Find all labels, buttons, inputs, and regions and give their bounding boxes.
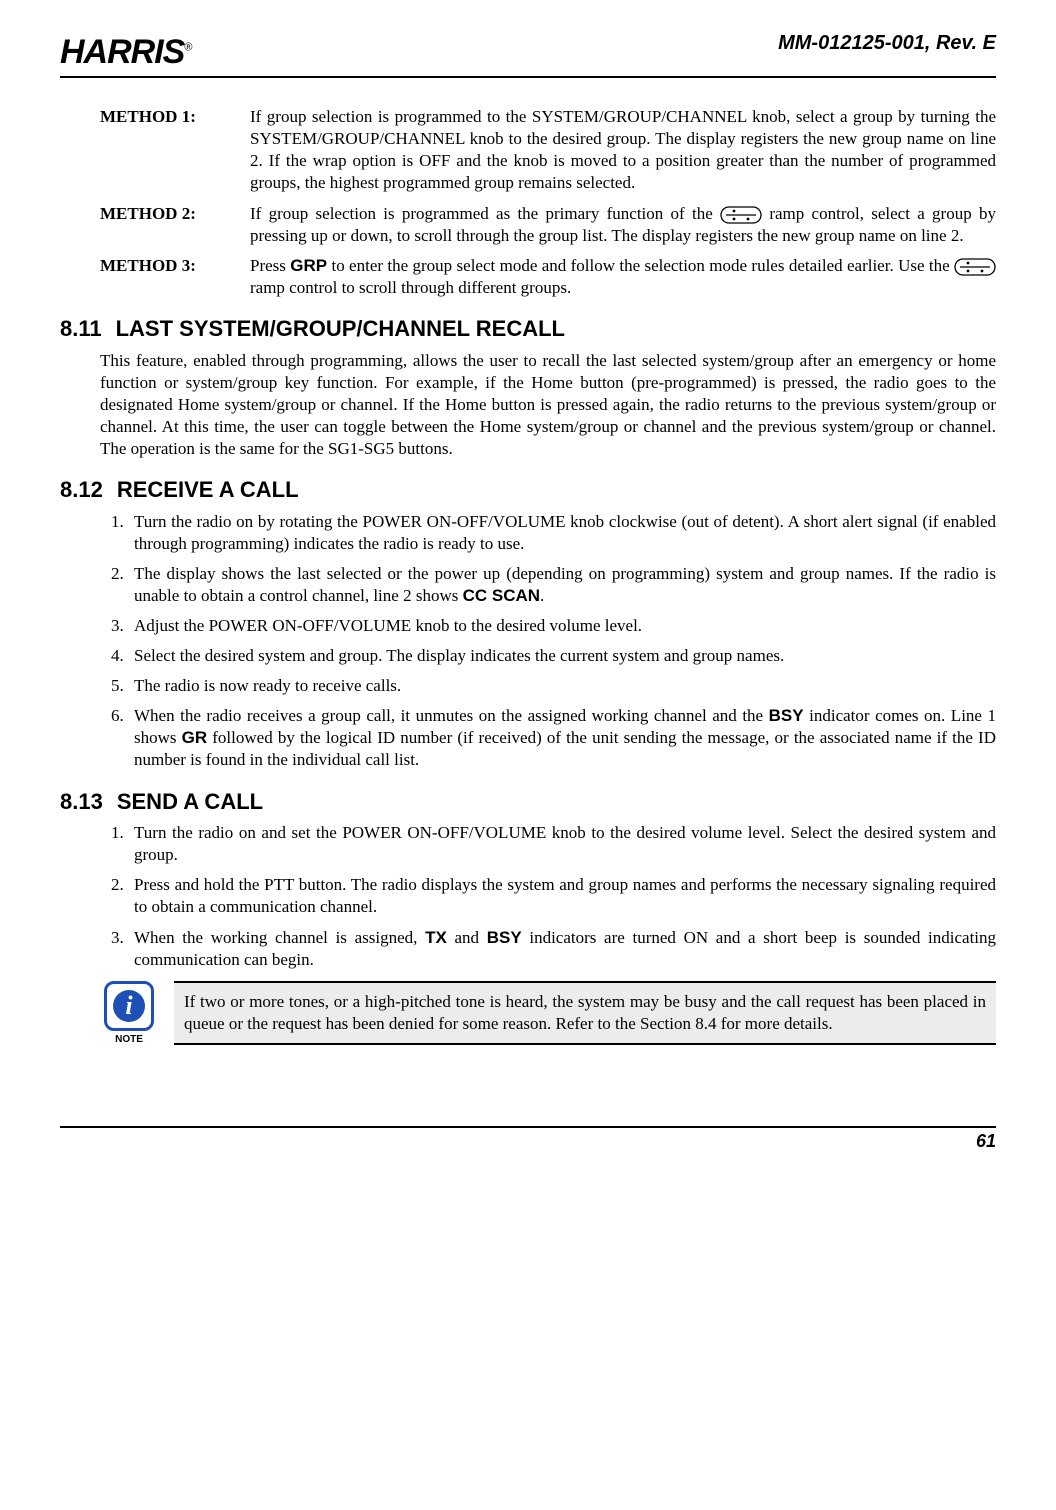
section-heading: 8.12 RECEIVE A CALL	[60, 476, 996, 505]
indicator: BSY	[769, 706, 804, 725]
note-text: If two or more tones, or a high-pitched …	[174, 981, 996, 1045]
text-fragment: The display shows the last selected or t…	[134, 564, 996, 605]
text-fragment: ramp control to scroll through different…	[250, 278, 571, 297]
section-number: 8.13	[60, 788, 103, 817]
key-label: GRP	[290, 256, 327, 275]
section-title: LAST SYSTEM/GROUP/CHANNEL RECALL	[116, 315, 565, 344]
text-fragment: to enter the group select mode and follo…	[327, 256, 954, 275]
section-paragraph: This feature, enabled through programmin…	[100, 350, 996, 460]
method-label: METHOD 2:	[100, 203, 250, 247]
send-call-steps: Turn the radio on and set the POWER ON-O…	[100, 822, 996, 971]
indicator: BSY	[487, 928, 522, 947]
brand-text: HARRIS	[60, 33, 184, 71]
indicator: GR	[182, 728, 208, 747]
page-number: 61	[976, 1131, 996, 1151]
method-text: If group selection is programmed as the …	[250, 203, 996, 247]
text-fragment: If group selection is programmed as the …	[250, 204, 720, 223]
method-label: METHOD 3:	[100, 255, 250, 299]
page-header: HARRIS® MM-012125-001, Rev. E	[60, 30, 996, 78]
method-text: Press GRP to enter the group select mode…	[250, 255, 996, 299]
brand-logo: HARRIS®	[60, 30, 191, 74]
text-fragment: and	[447, 928, 487, 947]
page-footer: 61	[60, 1126, 996, 1153]
info-icon-glyph: i	[113, 990, 145, 1022]
registered-mark: ®	[184, 42, 191, 54]
document-id: MM-012125-001, Rev. E	[778, 30, 996, 56]
method-row: METHOD 3: Press GRP to enter the group s…	[100, 255, 996, 299]
list-item: Turn the radio on by rotating the POWER …	[128, 511, 996, 555]
text-fragment: .	[540, 586, 544, 605]
section-title: SEND A CALL	[117, 788, 263, 817]
section-heading: 8.13 SEND A CALL	[60, 788, 996, 817]
indicator: TX	[425, 928, 447, 947]
list-item: The display shows the last selected or t…	[128, 563, 996, 607]
text-fragment: Press	[250, 256, 290, 275]
method-label: METHOD 1:	[100, 106, 250, 194]
list-item: Turn the radio on and set the POWER ON-O…	[128, 822, 996, 866]
method-row: METHOD 2: If group selection is programm…	[100, 203, 996, 247]
ramp-control-icon	[954, 258, 996, 276]
list-item: Adjust the POWER ON-OFF/VOLUME knob to t…	[128, 615, 996, 637]
receive-call-steps: Turn the radio on by rotating the POWER …	[100, 511, 996, 772]
method-text: If group selection is programmed to the …	[250, 106, 996, 194]
list-item: Press and hold the PTT button. The radio…	[128, 874, 996, 918]
text-fragment: followed by the logical ID number (if re…	[134, 728, 996, 769]
method-list: METHOD 1: If group selection is programm…	[100, 106, 996, 299]
list-item: Select the desired system and group. The…	[128, 645, 996, 667]
note-block: i NOTE If two or more tones, or a high-p…	[100, 981, 996, 1046]
section-number: 8.12	[60, 476, 103, 505]
text-fragment: When the working channel is assigned,	[134, 928, 425, 947]
section-number: 8.11	[60, 315, 102, 344]
section-heading: 8.11 LAST SYSTEM/GROUP/CHANNEL RECALL	[60, 315, 996, 344]
list-item: When the radio receives a group call, it…	[128, 705, 996, 771]
display-text: CC SCAN	[463, 586, 540, 605]
list-item: When the working channel is assigned, TX…	[128, 927, 996, 971]
info-icon: i	[104, 981, 154, 1031]
note-label: NOTE	[100, 1033, 158, 1046]
section-title: RECEIVE A CALL	[117, 476, 299, 505]
ramp-control-icon	[720, 206, 762, 224]
list-item: The radio is now ready to receive calls.	[128, 675, 996, 697]
note-icon-container: i NOTE	[100, 981, 158, 1046]
text-fragment: When the radio receives a group call, it…	[134, 706, 769, 725]
method-row: METHOD 1: If group selection is programm…	[100, 106, 996, 194]
